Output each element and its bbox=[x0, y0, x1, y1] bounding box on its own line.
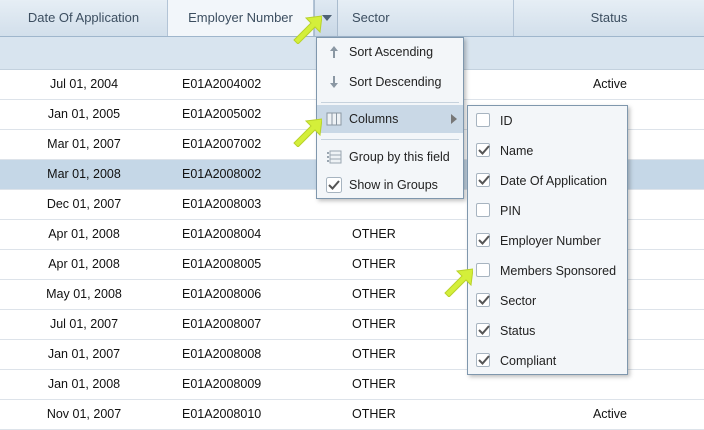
arrow-pointer-icon bbox=[293, 118, 322, 147]
column-toggle-item[interactable]: Compliant bbox=[468, 346, 627, 376]
table-cell-date: Dec 01, 2007 bbox=[46, 197, 122, 211]
column-toggle-item[interactable]: ID bbox=[468, 106, 627, 136]
group-icon bbox=[327, 150, 342, 164]
column-toggle-label: Sector bbox=[500, 294, 537, 308]
grid-header: Date Of Application Employer Number Sect… bbox=[0, 0, 704, 37]
checkmark-icon bbox=[478, 355, 490, 365]
table-cell-sector: OTHER bbox=[352, 317, 396, 331]
column-toggle-item[interactable]: Date Of Application bbox=[468, 166, 627, 196]
table-cell-emp: E01A2008004 bbox=[182, 227, 262, 241]
table-cell-date: Mar 01, 2008 bbox=[47, 167, 121, 181]
column-toggle-label: Status bbox=[500, 324, 536, 338]
table-cell-emp: E01A2008003 bbox=[182, 197, 262, 211]
checkmark-icon bbox=[478, 325, 490, 335]
table-cell-date: Jul 01, 2004 bbox=[49, 77, 119, 91]
checkmark-icon bbox=[326, 177, 342, 193]
arrow-down-icon bbox=[330, 76, 338, 88]
checkmark-icon bbox=[478, 295, 490, 305]
column-toggle-item[interactable]: Employer Number bbox=[468, 226, 627, 256]
table-cell-emp: E01A2008005 bbox=[182, 257, 262, 271]
column-toggle-item[interactable]: Name bbox=[468, 136, 627, 166]
table-cell-emp: E01A2008010 bbox=[182, 407, 262, 421]
column-toggle-label: Members Sponsored bbox=[500, 264, 617, 278]
arrow-pointer-icon bbox=[444, 268, 473, 297]
column-header-status[interactable]: Status bbox=[514, 0, 704, 36]
menu-separator bbox=[321, 139, 459, 140]
table-cell-date: Jan 01, 2005 bbox=[47, 107, 121, 121]
menu-item-columns[interactable]: Columns bbox=[317, 105, 463, 133]
table-cell-sector: OTHER bbox=[352, 377, 396, 391]
column-toggle-label: PIN bbox=[500, 204, 521, 218]
table-cell-date: Jul 01, 2007 bbox=[49, 317, 119, 331]
table-cell-sector: OTHER bbox=[352, 227, 396, 241]
checkbox-checked[interactable] bbox=[476, 173, 490, 187]
table-row[interactable]: Nov 01, 2007 E01A2008010 OTHER Active bbox=[0, 400, 704, 430]
arrow-pointer-icon bbox=[293, 15, 322, 44]
table-cell-emp: E01A2008006 bbox=[182, 287, 262, 301]
menu-item-show-in-groups[interactable]: Show in Groups bbox=[317, 171, 463, 199]
menu-separator bbox=[321, 102, 459, 103]
checkbox-checked[interactable] bbox=[476, 233, 490, 247]
table-cell-date: Nov 01, 2007 bbox=[46, 407, 122, 421]
table-cell-date: Apr 01, 2008 bbox=[48, 227, 120, 241]
column-toggle-label: Employer Number bbox=[500, 234, 601, 248]
menu-item-sort-descending[interactable]: Sort Descending bbox=[317, 68, 463, 96]
table-cell-status: Active bbox=[592, 407, 628, 421]
column-toggle-item[interactable]: Members Sponsored bbox=[468, 256, 627, 286]
menu-item-label: Group by this field bbox=[349, 150, 450, 164]
menu-item-label: Sort Descending bbox=[349, 75, 442, 89]
checkbox-unchecked[interactable] bbox=[476, 203, 490, 217]
table-cell-sector: OTHER bbox=[352, 407, 396, 421]
checkbox-checked[interactable] bbox=[476, 323, 490, 337]
table-cell-status: Active bbox=[592, 77, 628, 91]
checkbox-unchecked[interactable] bbox=[476, 113, 490, 127]
checkbox-checked[interactable] bbox=[476, 143, 490, 157]
menu-item-label: Columns bbox=[349, 112, 399, 126]
table-cell-emp: E01A2008008 bbox=[182, 347, 262, 361]
column-toggle-item[interactable]: PIN bbox=[468, 196, 627, 226]
table-cell-emp: E01A2008009 bbox=[182, 377, 262, 391]
columns-submenu: ID Name Date Of Application PIN Employer Num… bbox=[467, 105, 628, 375]
column-toggle-label: Date Of Application bbox=[500, 174, 608, 188]
table-cell-date: Mar 01, 2007 bbox=[47, 137, 121, 151]
column-toggle-item[interactable]: Sector bbox=[468, 286, 627, 316]
checkmark-icon bbox=[478, 175, 490, 185]
menu-item-sort-ascending[interactable]: Sort Ascending bbox=[317, 38, 463, 66]
menu-item-label: Sort Ascending bbox=[349, 45, 434, 59]
menu-item-label: Show in Groups bbox=[349, 178, 438, 192]
table-cell-emp: E01A2008007 bbox=[182, 317, 262, 331]
table-cell-date: Jan 01, 2008 bbox=[47, 377, 121, 391]
column-toggle-label: ID bbox=[500, 114, 513, 128]
checkbox-unchecked[interactable] bbox=[476, 263, 490, 277]
arrow-up-icon bbox=[330, 46, 338, 58]
column-toggle-item[interactable]: Status bbox=[468, 316, 627, 346]
column-context-menu: Sort Ascending Sort Descending Columns G… bbox=[316, 37, 464, 199]
columns-icon bbox=[326, 112, 342, 126]
chevron-down-icon bbox=[322, 15, 332, 21]
column-header-sector[interactable]: Sector bbox=[338, 0, 514, 36]
column-toggle-label: Compliant bbox=[500, 354, 557, 368]
table-cell-sector: OTHER bbox=[352, 347, 396, 361]
table-cell-date: Jan 01, 2007 bbox=[47, 347, 121, 361]
checkbox-checked[interactable] bbox=[476, 353, 490, 367]
column-header-date-of-application[interactable]: Date Of Application bbox=[0, 0, 168, 36]
column-toggle-label: Name bbox=[500, 144, 534, 158]
table-cell-date: Apr 01, 2008 bbox=[48, 257, 120, 271]
checkmark-icon bbox=[478, 145, 490, 155]
table-cell-date: May 01, 2008 bbox=[46, 287, 122, 301]
menu-item-group-by-field[interactable]: Group by this field bbox=[317, 143, 463, 171]
submenu-arrow-icon bbox=[451, 114, 457, 124]
checkmark-icon bbox=[478, 235, 490, 245]
table-cell-emp: E01A2004002 bbox=[182, 77, 262, 91]
table-cell-emp: E01A2008002 bbox=[182, 167, 262, 181]
checkbox-checked[interactable] bbox=[476, 293, 490, 307]
